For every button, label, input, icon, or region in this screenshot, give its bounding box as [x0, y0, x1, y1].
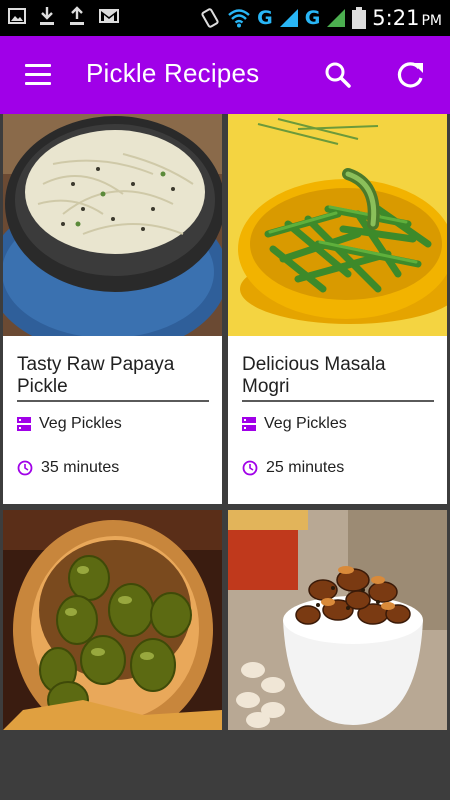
recipe-title: Tasty Raw Papaya Pickle [17, 354, 175, 397]
refresh-icon [397, 62, 423, 88]
download-icon [40, 7, 54, 25]
clock-time: 5:21 [372, 6, 420, 30]
system-status: G G 5:21 PM [199, 4, 442, 32]
recipe-title: Delicious Masala Mogri [242, 354, 386, 397]
recipe-card[interactable]: Tasty Raw Papaya Pickle Veg Pickles 35 m… [3, 114, 222, 504]
clock-icon [242, 460, 258, 476]
app-bar: Pickle Recipes [0, 36, 450, 114]
refresh-button[interactable] [394, 59, 428, 91]
clock-ampm: PM [421, 13, 442, 29]
bottom-area [0, 730, 450, 800]
upload-icon [70, 6, 84, 25]
status-bar: G G 5:21 PM [0, 0, 450, 36]
recipe-time: 25 minutes [242, 459, 344, 477]
recipe-image-olive-pickle [3, 510, 222, 730]
recipe-category: Veg Pickles [17, 415, 122, 433]
card-divider [17, 400, 209, 402]
gmail-icon [99, 9, 119, 23]
recipe-time-label: 35 minutes [41, 459, 120, 476]
image-notification-icon [8, 8, 26, 24]
battery-icon [352, 7, 367, 29]
recipe-category: Veg Pickles [242, 415, 347, 433]
recipe-category-label: Veg Pickles [39, 415, 122, 432]
recipe-time: 35 minutes [17, 459, 119, 477]
search-button[interactable] [322, 59, 354, 91]
recipe-grid: Tasty Raw Papaya Pickle Veg Pickles 35 m… [0, 114, 450, 730]
network-type-1: G [257, 7, 273, 29]
category-icon [17, 417, 31, 431]
recipe-card[interactable]: Delicious Masala Mogri Veg Pickles 25 mi… [228, 114, 447, 504]
recipe-time-label: 25 minutes [266, 459, 345, 476]
clock: 5:21 PM [372, 6, 442, 30]
menu-button[interactable] [22, 61, 56, 89]
recipe-card[interactable] [3, 510, 222, 730]
recipe-image-masala-mogri [228, 114, 447, 336]
wifi-icon [228, 9, 250, 28]
recipe-card[interactable] [228, 510, 447, 730]
recipe-image-spice-pickle [228, 510, 447, 730]
recipe-image-papaya-pickle [3, 114, 222, 336]
category-icon [242, 417, 256, 431]
search-icon [325, 62, 351, 88]
network-type-2: G [304, 7, 321, 29]
signal-strength-icon-1 [279, 9, 298, 27]
vibrate-icon [201, 8, 219, 28]
notification-icons [8, 6, 120, 26]
page-title: Pickle Recipes [86, 58, 260, 88]
card-divider [242, 400, 434, 402]
clock-icon [17, 460, 33, 476]
signal-strength-icon-2 [327, 9, 346, 27]
recipe-category-label: Veg Pickles [264, 415, 347, 432]
